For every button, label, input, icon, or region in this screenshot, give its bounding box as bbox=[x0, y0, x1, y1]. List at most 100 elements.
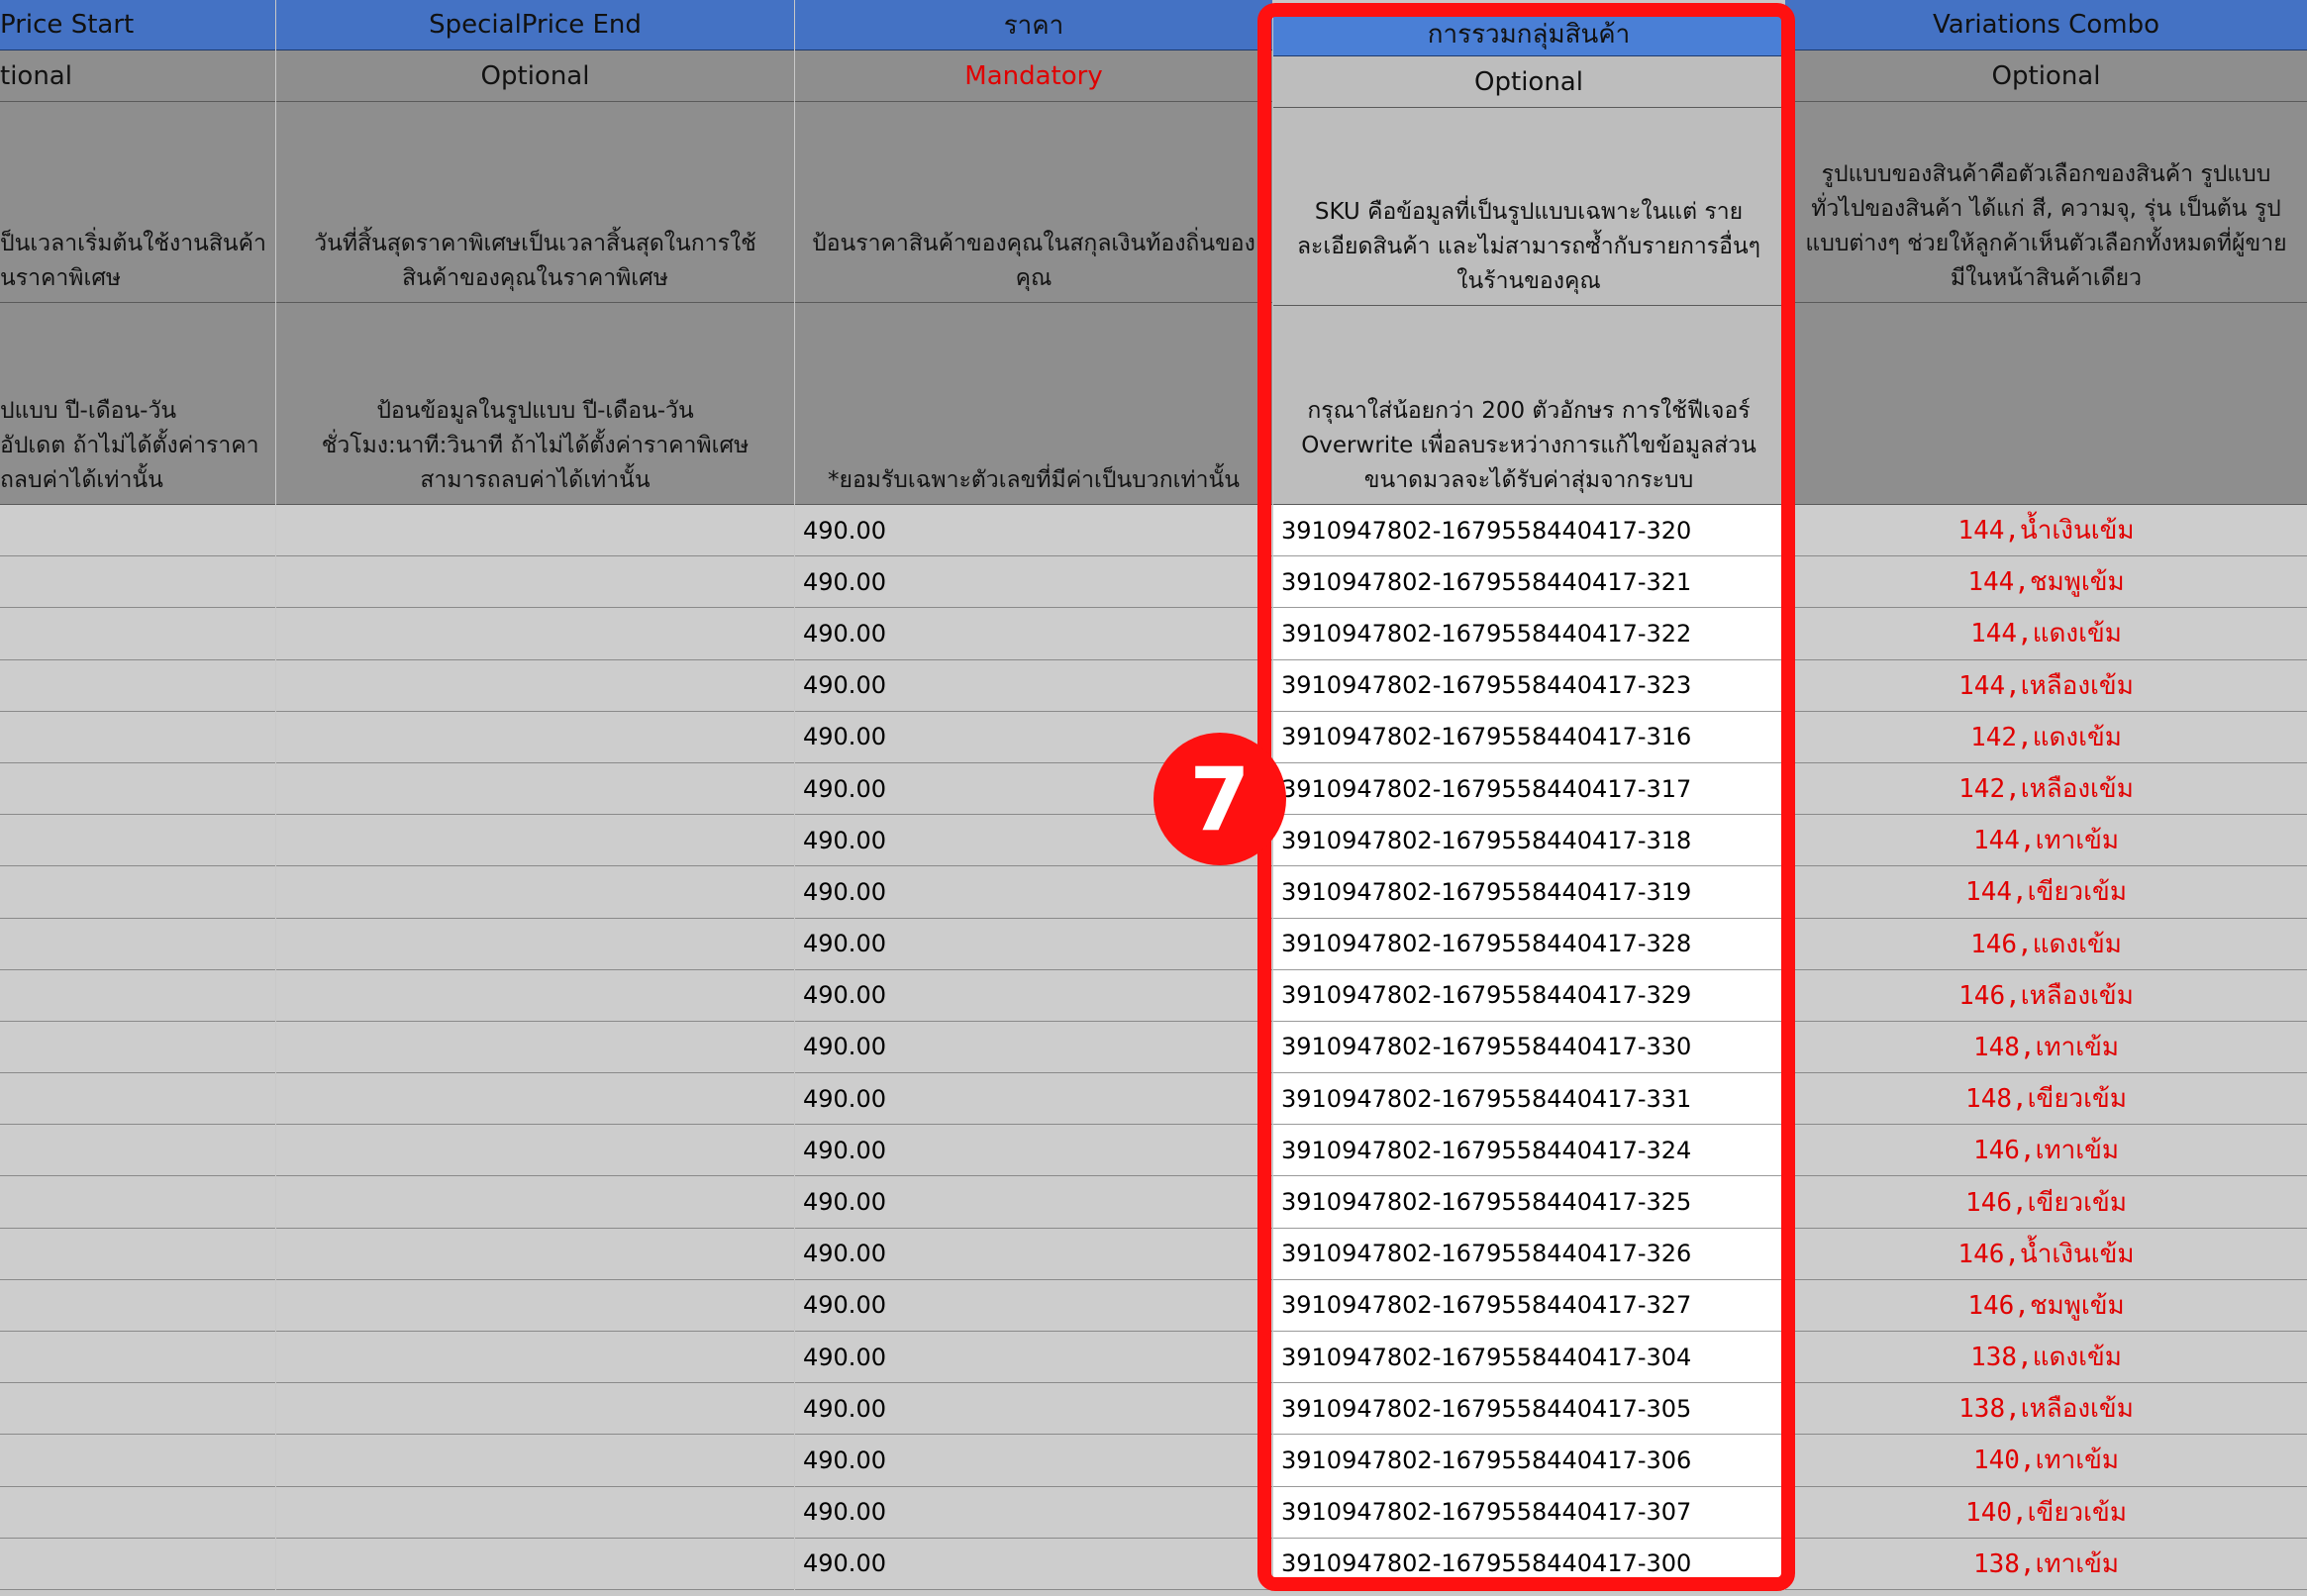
sku-cell[interactable]: 3910947802-1679558440417-305 bbox=[1273, 1383, 1784, 1436]
special-end-cell[interactable] bbox=[276, 556, 794, 609]
special-start-cell[interactable] bbox=[0, 1176, 275, 1229]
special-start-cell[interactable] bbox=[0, 608, 275, 660]
variation-cell[interactable]: 142,แดงเข้ม bbox=[1785, 711, 2307, 763]
price-cell[interactable]: 490.00 bbox=[795, 1279, 1272, 1332]
sku-cell[interactable]: 3910947802-1679558440417-329 bbox=[1273, 969, 1784, 1022]
variation-cell[interactable]: 140,เทาเข้ม bbox=[1785, 1435, 2307, 1487]
sku-cell[interactable]: 3910947802-1679558440417-307 bbox=[1273, 1486, 1784, 1539]
special-start-cell[interactable] bbox=[0, 1435, 275, 1487]
special-start-cell[interactable] bbox=[0, 1125, 275, 1177]
variation-cell[interactable]: 146,เขียวเข้ม bbox=[1785, 1176, 2307, 1229]
special-end-cell[interactable] bbox=[276, 918, 794, 970]
sku-cell[interactable]: 3910947802-1679558440417-327 bbox=[1273, 1279, 1784, 1332]
price-cell[interactable]: 490.00 bbox=[795, 1021, 1272, 1074]
special-end-cell[interactable] bbox=[276, 815, 794, 867]
variation-cell[interactable]: 144,เหลืองเข้ม bbox=[1785, 659, 2307, 712]
price-cell[interactable]: 490.00 bbox=[795, 505, 1272, 557]
special-start-cell[interactable] bbox=[0, 815, 275, 867]
special-start-cell[interactable] bbox=[0, 1383, 275, 1436]
special-start-cell[interactable] bbox=[0, 1228, 275, 1280]
price-cell[interactable]: 490.00 bbox=[795, 659, 1272, 712]
special-end-cell[interactable] bbox=[276, 1279, 794, 1332]
special-end-cell[interactable] bbox=[276, 1125, 794, 1177]
special-end-cell[interactable] bbox=[276, 659, 794, 712]
price-cell[interactable]: 490.00 bbox=[795, 1538, 1272, 1590]
variation-cell[interactable]: 138,เหลืองเข้ม bbox=[1785, 1383, 2307, 1436]
special-start-cell[interactable] bbox=[0, 1538, 275, 1590]
special-start-cell[interactable] bbox=[0, 866, 275, 919]
variation-cell[interactable]: 146,แดงเข้ม bbox=[1785, 918, 2307, 970]
variation-cell[interactable]: 146,เหลืองเข้ม bbox=[1785, 969, 2307, 1022]
sku-cell[interactable]: 3910947802-1679558440417-320 bbox=[1273, 505, 1784, 557]
variation-cell[interactable]: 138,เทาเข้ม bbox=[1785, 1538, 2307, 1590]
special-start-cell[interactable] bbox=[0, 711, 275, 763]
price-cell[interactable]: 490.00 bbox=[795, 1125, 1272, 1177]
sku-cell[interactable]: 3910947802-1679558440417-326 bbox=[1273, 1228, 1784, 1280]
price-cell[interactable]: 490.00 bbox=[795, 1435, 1272, 1487]
variation-cell[interactable]: 144,เทาเข้ม bbox=[1785, 815, 2307, 867]
special-start-cell[interactable] bbox=[0, 659, 275, 712]
sku-cell[interactable]: 3910947802-1679558440417-300 bbox=[1273, 1538, 1784, 1590]
special-start-cell[interactable] bbox=[0, 1073, 275, 1126]
special-start-cell[interactable] bbox=[0, 762, 275, 816]
special-start-cell[interactable] bbox=[0, 505, 275, 557]
special-end-cell[interactable] bbox=[276, 1073, 794, 1126]
price-cell[interactable]: 490.00 bbox=[795, 918, 1272, 970]
sku-cell[interactable]: 3910947802-1679558440417-331 bbox=[1273, 1073, 1784, 1126]
variation-cell[interactable]: 146,ชมพูเข้ม bbox=[1785, 1279, 2307, 1332]
special-end-cell[interactable] bbox=[276, 1538, 794, 1590]
special-start-cell[interactable] bbox=[0, 1486, 275, 1539]
price-cell[interactable]: 490.00 bbox=[795, 556, 1272, 609]
variation-cell[interactable]: 140,เขียวเข้ม bbox=[1785, 1486, 2307, 1539]
special-end-cell[interactable] bbox=[276, 608, 794, 660]
sku-cell[interactable]: 3910947802-1679558440417-322 bbox=[1273, 608, 1784, 660]
sku-cell[interactable]: 3910947802-1679558440417-319 bbox=[1273, 866, 1784, 919]
sku-cell[interactable]: 3910947802-1679558440417-328 bbox=[1273, 918, 1784, 970]
sku-cell[interactable]: 3910947802-1679558440417-324 bbox=[1273, 1125, 1784, 1177]
special-end-cell[interactable] bbox=[276, 969, 794, 1022]
special-end-cell[interactable] bbox=[276, 1176, 794, 1229]
price-cell[interactable]: 490.00 bbox=[795, 1228, 1272, 1280]
special-end-cell[interactable] bbox=[276, 866, 794, 919]
special-start-cell[interactable] bbox=[0, 556, 275, 609]
sku-cell[interactable]: 3910947802-1679558440417-323 bbox=[1273, 659, 1784, 712]
price-cell[interactable]: 490.00 bbox=[795, 1176, 1272, 1229]
variation-cell[interactable]: 144,เขียวเข้ม bbox=[1785, 866, 2307, 919]
variation-cell[interactable]: 144,แดงเข้ม bbox=[1785, 608, 2307, 660]
price-cell[interactable]: 490.00 bbox=[795, 1332, 1272, 1384]
sku-cell[interactable]: 3910947802-1679558440417-321 bbox=[1273, 556, 1784, 609]
variation-cell[interactable]: 138,แดงเข้ม bbox=[1785, 1332, 2307, 1384]
special-start-cell[interactable] bbox=[0, 918, 275, 970]
sku-cell[interactable]: 3910947802-1679558440417-316 bbox=[1273, 711, 1784, 763]
special-start-cell[interactable] bbox=[0, 969, 275, 1022]
column-header[interactable]: Price Start bbox=[0, 0, 275, 50]
column-header[interactable]: ราคา bbox=[795, 0, 1272, 50]
sku-cell[interactable]: 3910947802-1679558440417-317 bbox=[1273, 762, 1784, 816]
price-cell[interactable]: 490.00 bbox=[795, 1486, 1272, 1539]
special-end-cell[interactable] bbox=[276, 1228, 794, 1280]
variation-cell[interactable]: 146,น้ำเงินเข้ม bbox=[1785, 1228, 2307, 1280]
special-end-cell[interactable] bbox=[276, 1486, 794, 1539]
variation-cell[interactable]: 142,เหลืองเข้ม bbox=[1785, 762, 2307, 816]
sku-cell[interactable]: 3910947802-1679558440417-304 bbox=[1273, 1332, 1784, 1384]
column-header[interactable]: การรวมกลุ่มสินค้า bbox=[1273, 12, 1784, 56]
sku-cell[interactable]: 3910947802-1679558440417-318 bbox=[1273, 815, 1784, 867]
special-start-cell[interactable] bbox=[0, 1279, 275, 1332]
special-start-cell[interactable] bbox=[0, 1332, 275, 1384]
special-end-cell[interactable] bbox=[276, 1021, 794, 1074]
price-cell[interactable]: 490.00 bbox=[795, 1073, 1272, 1126]
variation-cell[interactable]: 144,ชมพูเข้ม bbox=[1785, 556, 2307, 609]
special-end-cell[interactable] bbox=[276, 505, 794, 557]
price-cell[interactable]: 490.00 bbox=[795, 866, 1272, 919]
price-cell[interactable]: 490.00 bbox=[795, 969, 1272, 1022]
price-cell[interactable]: 490.00 bbox=[795, 608, 1272, 660]
variation-cell[interactable]: 144,น้ำเงินเข้ม bbox=[1785, 505, 2307, 557]
variation-cell[interactable]: 148,เทาเข้ม bbox=[1785, 1021, 2307, 1074]
sku-cell[interactable]: 3910947802-1679558440417-306 bbox=[1273, 1435, 1784, 1487]
column-header[interactable]: SpecialPrice End bbox=[276, 0, 794, 50]
special-end-cell[interactable] bbox=[276, 1383, 794, 1436]
column-header[interactable]: Variations Combo bbox=[1785, 0, 2307, 50]
special-end-cell[interactable] bbox=[276, 711, 794, 763]
sku-cell[interactable]: 3910947802-1679558440417-325 bbox=[1273, 1176, 1784, 1229]
variation-cell[interactable]: 148,เขียวเข้ม bbox=[1785, 1073, 2307, 1126]
